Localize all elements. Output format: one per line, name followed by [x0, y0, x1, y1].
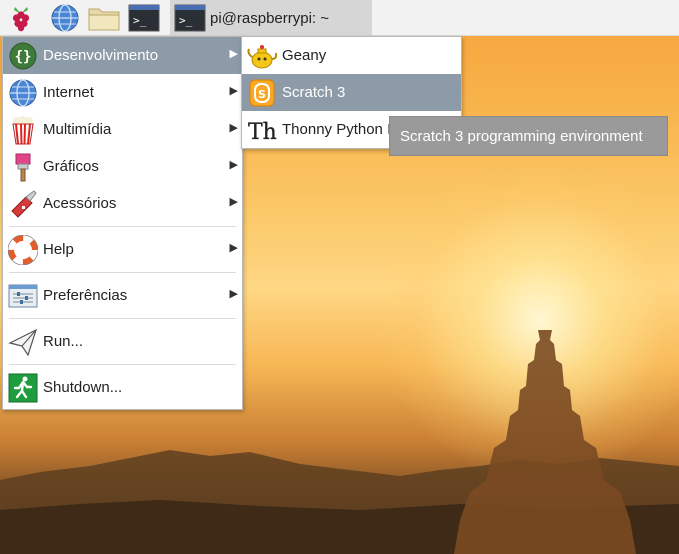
menu-item-label: Shutdown... — [43, 379, 123, 396]
menu-item-help[interactable]: Help ▶ — [3, 231, 242, 268]
menu-item-label: Internet — [43, 84, 94, 101]
terminal-icon: >_ — [128, 4, 160, 32]
submenu-arrow-icon: ▶ — [229, 196, 238, 208]
raspberry-logo-icon — [12, 7, 30, 32]
menu-item-label: Help — [43, 241, 74, 258]
taskbar-task-label: pi@raspberrypi: ~ — [210, 9, 330, 27]
menu-item-preferencias[interactable]: Preferências ▶ — [3, 277, 242, 314]
popcorn-icon — [7, 114, 39, 146]
menu-separator — [9, 364, 236, 365]
svg-text:S: S — [258, 88, 266, 101]
menu-item-label: Geany — [282, 47, 327, 64]
terminal-button[interactable]: >_ — [126, 3, 162, 33]
submenu-arrow-icon: ▶ — [229, 122, 238, 134]
code-braces-icon: {} — [7, 40, 39, 72]
submenu-arrow-icon: ▶ — [229, 85, 238, 97]
submenu-arrow-icon: ▶ — [229, 159, 238, 171]
paper-plane-icon — [7, 326, 39, 358]
web-browser-button[interactable] — [48, 3, 82, 33]
geany-teapot-icon — [246, 40, 278, 72]
menu-item-acessorios[interactable]: Acessórios ▶ — [3, 185, 242, 222]
globe-icon — [51, 4, 79, 32]
file-manager-button[interactable] — [86, 3, 122, 33]
submenu-item-scratch-3[interactable]: S Scratch 3 — [242, 74, 461, 111]
paintbrush-icon — [7, 151, 39, 183]
menu-item-label: Preferências — [43, 287, 128, 304]
submenu-item-geany[interactable]: Geany — [242, 37, 461, 74]
taskbar-task-terminal[interactable]: >_ pi@raspberrypi: ~ — [170, 0, 372, 36]
submenu-arrow-icon: ▶ — [229, 288, 238, 300]
svg-text:>_: >_ — [133, 14, 147, 27]
menu-separator — [9, 272, 236, 273]
raspberry-menu-button[interactable] — [4, 3, 38, 33]
swiss-knife-icon — [7, 188, 39, 220]
menu-item-label: Scratch 3 — [282, 84, 346, 101]
menu-item-label: Run... — [43, 333, 84, 350]
svg-text:Th: Th — [248, 120, 277, 145]
menu-item-internet[interactable]: Internet ▶ — [3, 74, 242, 111]
settings-panel-icon — [7, 280, 39, 312]
submenu-arrow-icon: ▶ — [229, 48, 238, 60]
exit-running-man-icon — [7, 372, 39, 404]
svg-text:>_: >_ — [179, 14, 193, 27]
menu-separator — [9, 318, 236, 319]
folder-icon — [88, 8, 120, 31]
taskbar: >_ >_ pi@raspberrypi: ~ — [0, 0, 679, 36]
menu-item-label: Gráficos — [43, 158, 99, 175]
menu-item-label: Multimídia — [43, 121, 112, 138]
globe-icon — [7, 77, 39, 109]
tooltip: Scratch 3 programming environment — [389, 116, 668, 156]
menu-item-label: Acessórios — [43, 195, 117, 212]
menu-item-multimidia[interactable]: Multimídia ▶ — [3, 111, 242, 148]
menu-item-run[interactable]: Run... — [3, 323, 242, 360]
thonny-icon: Th — [246, 114, 278, 146]
terminal-icon: >_ — [174, 4, 206, 32]
menu-item-desenvolvimento[interactable]: {} Desenvolvimento ▶ — [3, 37, 242, 74]
application-menu: {} Desenvolvimento ▶ Internet ▶ Multimíd… — [2, 36, 243, 410]
menu-item-shutdown[interactable]: Shutdown... — [3, 369, 242, 406]
lifebuoy-icon — [7, 234, 39, 266]
svg-text:{}: {} — [15, 49, 32, 65]
tooltip-text: Scratch 3 programming environment — [400, 127, 643, 145]
menu-item-graficos[interactable]: Gráficos ▶ — [3, 148, 242, 185]
submenu-arrow-icon: ▶ — [229, 242, 238, 254]
menu-item-label: Desenvolvimento — [43, 47, 159, 64]
menu-separator — [9, 226, 236, 227]
pagoda-silhouette — [454, 330, 636, 554]
scratch-icon: S — [246, 77, 278, 109]
